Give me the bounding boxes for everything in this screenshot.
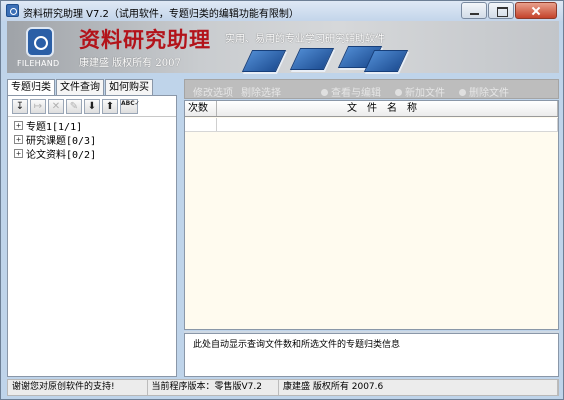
logo-text: FILEHAND [17, 59, 60, 68]
up-arrow-button[interactable]: ⬆ [102, 99, 118, 114]
close-button[interactable] [515, 2, 557, 19]
add-file-button[interactable]: 新加文件 [395, 84, 445, 99]
arrow-up-icon: ⬆ [105, 101, 115, 112]
tree-node-label[interactable]: 专题1[1/1] [26, 118, 82, 133]
add-file-label: 新加文件 [405, 88, 445, 99]
banner: FILEHAND 资料研究助理 康建盛 版权所有 2007 实用、易用的专业学习… [7, 21, 559, 73]
minimize-button[interactable] [461, 2, 487, 19]
minus-icon [459, 89, 466, 96]
view-edit-label: 查看与编辑 [331, 88, 381, 99]
delete-button[interactable]: ✕ [48, 99, 64, 114]
expand-icon[interactable]: + [14, 135, 23, 144]
indent-icon: ↦ [33, 101, 43, 112]
books-illustration [241, 46, 413, 73]
column-filename[interactable]: 文件名称 [217, 101, 558, 116]
add-icon [395, 89, 402, 96]
tab-file-search[interactable]: 文件查询 [56, 79, 104, 95]
topic-toolbar: ↧ ↦ ✕ ✎ ⬇ ⬆ ABC✓ [12, 99, 140, 114]
arrow-down-icon: ⬇ [87, 101, 97, 112]
tab-how-to-buy[interactable]: 如何购买 [105, 79, 153, 95]
brand-title: 资料研究助理 [79, 27, 211, 52]
book-icon [241, 50, 287, 72]
logo: FILEHAND [13, 25, 71, 71]
down-arrow-button[interactable]: ⬇ [84, 99, 100, 114]
tree-node-label[interactable]: 研究课题[0/3] [26, 132, 96, 147]
delete-icon: ✕ [51, 101, 61, 112]
expand-icon[interactable]: + [14, 121, 23, 130]
file-toolbar: 修改选项 剔除选择 查看与编辑 新加文件 删除文件 [184, 79, 559, 99]
status-version: 当前程序版本：零售版V7.2 [148, 380, 280, 395]
tree-node-research[interactable]: + 研究课题[0/3] [14, 132, 176, 147]
title-bar[interactable]: 资料研究助理 V7.2（试用软件，专题归类的编辑功能有限制） [1, 1, 563, 21]
maximize-button[interactable] [488, 2, 514, 19]
column-count[interactable]: 次数 [185, 101, 217, 116]
tree-node-label[interactable]: 论文资料[0/2] [26, 146, 96, 161]
grid-header: 次数 文件名称 [185, 101, 558, 117]
move-down-icon: ↧ [15, 101, 25, 112]
main-tabs: 专题归类 文件查询 如何购买 [7, 79, 154, 96]
info-text: 此处自动显示查询文件数和所选文件的专题归类信息 [193, 340, 401, 350]
delete-file-button[interactable]: 删除文件 [459, 84, 509, 99]
edit-button[interactable]: ✎ [66, 99, 82, 114]
window-controls [461, 2, 557, 19]
spellcheck-button[interactable]: ABC✓ [120, 99, 140, 114]
table-row[interactable] [185, 118, 558, 132]
spellcheck-icon: ABC✓ [121, 100, 140, 107]
file-grid[interactable]: 次数 文件名称 [184, 100, 559, 330]
window-title: 资料研究助理 V7.2（试用软件，专题归类的编辑功能有限制） [23, 9, 299, 20]
tree-node-papers[interactable]: + 论文资料[0/2] [14, 146, 176, 161]
slogan: 实用、易用的专业学习研究辅助软件 [225, 34, 385, 45]
delete-file-label: 删除文件 [469, 88, 509, 99]
modify-option-button[interactable]: 修改选项 [193, 84, 233, 99]
topic-tree[interactable]: + 专题1[1/1] + 研究课题[0/3] + 论文资料[0/2] [8, 116, 176, 374]
cell-count[interactable] [185, 118, 217, 131]
indent-button[interactable]: ↦ [30, 99, 46, 114]
status-copyright: 康建盛 版权所有 2007.6 [279, 380, 558, 395]
view-edit-button[interactable]: 查看与编辑 [321, 84, 381, 99]
view-icon [321, 89, 328, 96]
move-down-button[interactable]: ↧ [12, 99, 28, 114]
topic-panel: ↧ ↦ ✕ ✎ ⬇ ⬆ ABC✓ + 专题1[1/1] + 研究课题[0/3] … [7, 95, 177, 377]
pencil-icon: ✎ [69, 101, 79, 112]
brand-subtitle: 康建盛 版权所有 2007 [79, 58, 181, 69]
status-bar: 谢谢您对原创软件的支持! 当前程序版本：零售版V7.2 康建盛 版权所有 200… [7, 379, 559, 396]
book-icon [289, 48, 335, 70]
app-icon[interactable] [6, 4, 19, 17]
cell-filename[interactable] [217, 118, 558, 131]
tree-node-topic1[interactable]: + 专题1[1/1] [14, 118, 176, 133]
expand-icon[interactable]: + [14, 149, 23, 158]
app-window: 资料研究助理 V7.2（试用软件，专题归类的编辑功能有限制） FILEHAND … [0, 0, 564, 400]
status-thanks: 谢谢您对原创软件的支持! [8, 380, 148, 395]
logo-icon [26, 27, 54, 57]
info-panel: 此处自动显示查询文件数和所选文件的专题归类信息 [184, 333, 559, 377]
remove-selection-button[interactable]: 剔除选择 [241, 84, 281, 99]
tab-topics[interactable]: 专题归类 [7, 79, 55, 96]
